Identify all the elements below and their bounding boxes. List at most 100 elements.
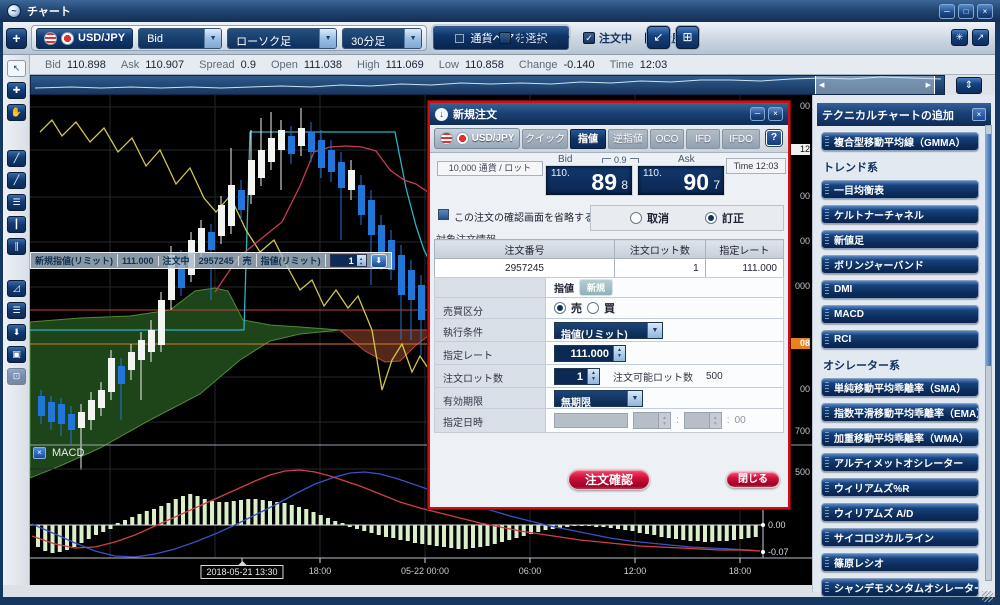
screenshot-icon[interactable]: ▣	[7, 346, 26, 363]
tab-クイック[interactable]: クイック	[522, 129, 568, 149]
radio-取消[interactable]: 取消	[630, 210, 669, 226]
radio-icon[interactable]	[630, 212, 642, 224]
sidebar-scrollbar[interactable]	[985, 125, 992, 581]
pan-hand-icon[interactable]: ✋	[7, 104, 26, 121]
currency-pair-button[interactable]: USD/JPY	[36, 28, 133, 49]
scroll-left-icon[interactable]: ◀	[819, 81, 824, 89]
checked-checkbox-icon[interactable]: ✓	[583, 32, 595, 44]
sidebar-item-加重移動平均乖離率（WMA）[interactable]: 加重移動平均乖離率（WMA）	[821, 428, 979, 447]
sidebar-item-単純移動平均乖離率（SMA）[interactable]: 単純移動平均乖離率（SMA）	[821, 378, 979, 397]
chart-scale-button[interactable]: ⇕	[956, 77, 982, 94]
cascade-windows-icon-button[interactable]: ⊞	[676, 26, 699, 49]
price-side-select[interactable]: Bid ▼	[138, 28, 222, 49]
form-stepper[interactable]: 1▲▼	[554, 368, 600, 385]
close-button[interactable]: ×	[977, 4, 993, 19]
chevron-down-icon[interactable]: ▼	[204, 29, 221, 48]
sidebar-item-ボリンジャーバンド[interactable]: ボリンジャーバンド	[821, 255, 979, 274]
sidebar-item-篠原レシオ[interactable]: 篠原レシオ	[821, 553, 979, 572]
navigator-scrollbar-thumb[interactable]: ◀ ▶	[815, 76, 935, 94]
table-header-row: 注文番号注文ロット数指定レート	[435, 240, 784, 259]
tab-OCO[interactable]: OCO	[650, 129, 684, 149]
timeframe-select[interactable]: 30分足 ▼	[342, 28, 422, 49]
tab-IFDO[interactable]: IFDO	[722, 129, 760, 149]
form-stepper[interactable]: 111.000▲▼	[554, 345, 626, 362]
sidebar-item-シャンデモメンタムオシレーター[interactable]: シャンデモメンタムオシレーター	[821, 578, 979, 597]
chevron-down-icon[interactable]: ▼	[647, 323, 662, 338]
fan-lines-icon[interactable]: ◿	[7, 280, 26, 297]
radio-売[interactable]: 売	[554, 300, 582, 316]
toggle-注文中[interactable]: ✓注文中	[583, 30, 632, 46]
sidebar-item-RCI[interactable]: RCI	[821, 330, 979, 349]
sidebar-item-ケルトナーチャネル[interactable]: ケルトナーチャネル	[821, 205, 979, 224]
help-button[interactable]: ?	[766, 130, 782, 146]
chart-type-select[interactable]: ローソク足 ▼	[227, 28, 337, 49]
form-label	[434, 278, 546, 298]
tab-逆指値[interactable]: 逆指値	[608, 129, 648, 149]
pending-order-band[interactable]: 新規指値(リミット)111.000注文中2957245売指値(リミット)1▲▼⬇	[30, 252, 392, 269]
trendline-icon[interactable]: ╱	[7, 150, 26, 167]
minimize-button[interactable]: ─	[939, 4, 955, 19]
settings-gear-button[interactable]: ✳	[951, 29, 968, 46]
tab-指値[interactable]: 指値	[570, 129, 606, 149]
vertical-line-icon[interactable]: ┃	[7, 216, 26, 233]
maximize-button[interactable]: □	[958, 4, 974, 19]
sidebar-item-ウィリアムズ A/D[interactable]: ウィリアムズ A/D	[821, 503, 979, 522]
radio-訂正[interactable]: 訂正	[705, 210, 744, 226]
sidebar-scrollbar-thumb[interactable]	[986, 134, 991, 366]
sidebar-item-一目均衡表[interactable]: 一目均衡表	[821, 180, 979, 199]
channel-lines-icon[interactable]: ☰	[7, 302, 26, 319]
resize-grip[interactable]	[982, 591, 993, 602]
chevron-down-icon[interactable]: ▼	[404, 29, 421, 48]
quote-value: 110.898	[67, 59, 106, 71]
dialog-close-button[interactable]: ×	[768, 107, 783, 121]
radio-icon[interactable]	[554, 302, 566, 314]
stepper-arrows-icon[interactable]: ▲▼	[357, 255, 366, 266]
dialog-minimize-button[interactable]: ─	[750, 107, 765, 121]
popout-arrow-button[interactable]: ↗	[972, 29, 989, 46]
tab-IFD[interactable]: IFD	[686, 129, 720, 149]
radio-icon[interactable]	[705, 212, 717, 224]
stepper-arrows-icon[interactable]: ▲▼	[613, 346, 625, 361]
unchecked-checkbox-icon[interactable]	[499, 32, 511, 44]
sidebar-item-複合型移動平均線（GMMA）[interactable]: 複合型移動平均線（GMMA）	[821, 132, 979, 151]
chevron-down-icon[interactable]: ▼	[627, 391, 642, 406]
chevron-down-icon[interactable]: ▼	[319, 29, 336, 48]
toggle-ポジション[interactable]: ポジション	[499, 30, 570, 46]
order-lot-stepper[interactable]: 1▲▼	[330, 254, 367, 267]
sidebar-item-DMI[interactable]: DMI	[821, 280, 979, 299]
bid-price-button[interactable]: 110. 89 8	[545, 165, 633, 196]
form-select[interactable]: 指値(リミット)▼	[554, 322, 663, 339]
sidebar-item-指数平滑移動平均乖離率（EMA）[interactable]: 指数平滑移動平均乖離率（EMA）	[821, 403, 979, 422]
sidebar-item-アルティメットオシレーター[interactable]: アルティメットオシレーター	[821, 453, 979, 472]
horizontal-line-icon[interactable]: ☰	[7, 194, 26, 211]
ray-line-icon[interactable]: ╱	[7, 172, 26, 189]
order-confirm-button[interactable]: 注文確認	[568, 469, 650, 490]
skip-confirm-checkbox[interactable]	[438, 209, 449, 220]
sidebar-item-サイコロジカルライン[interactable]: サイコロジカルライン	[821, 528, 979, 547]
add-chart-button[interactable]: +	[6, 28, 27, 49]
dialog-close-button-bottom[interactable]: 閉じる	[726, 471, 780, 488]
sidebar-item-新値足[interactable]: 新値足	[821, 230, 979, 249]
order-download-icon[interactable]: ⬇	[371, 254, 387, 268]
sidebar-item-MACD[interactable]: MACD	[821, 305, 979, 324]
stepper-arrows-icon[interactable]: ▲▼	[587, 369, 599, 384]
bid-int: 110.	[551, 168, 570, 179]
crosshair-icon[interactable]: ✚	[7, 82, 26, 99]
transfer-chart-icon-button[interactable]: ↙	[647, 26, 670, 49]
dialog-currency-pair-button[interactable]: USD/JPY	[434, 128, 520, 149]
radio-買[interactable]: 買	[587, 300, 615, 316]
form-select[interactable]: 無期限▼	[554, 390, 643, 407]
macd-close-icon[interactable]: ×	[33, 447, 46, 459]
camera-icon[interactable]: ⊡	[7, 368, 26, 385]
chart-navigator[interactable]: ◀ ▶	[30, 75, 945, 95]
parallel-lines-icon[interactable]: ∥	[7, 238, 26, 255]
cursor-icon[interactable]: ↖	[7, 60, 26, 77]
scroll-right-icon[interactable]: ▶	[926, 81, 931, 89]
table-header-cell: 注文番号	[435, 240, 615, 259]
sidebar-item-ウィリアムズ%R[interactable]: ウィリアムズ%R	[821, 478, 979, 497]
sidebar-close-icon[interactable]: ×	[972, 108, 986, 121]
ask-price-button[interactable]: 110. 90 7	[637, 165, 725, 196]
radio-icon[interactable]	[587, 302, 599, 314]
available-lots-value: 500	[706, 371, 723, 382]
save-chart-icon[interactable]: ⬇	[7, 324, 26, 341]
